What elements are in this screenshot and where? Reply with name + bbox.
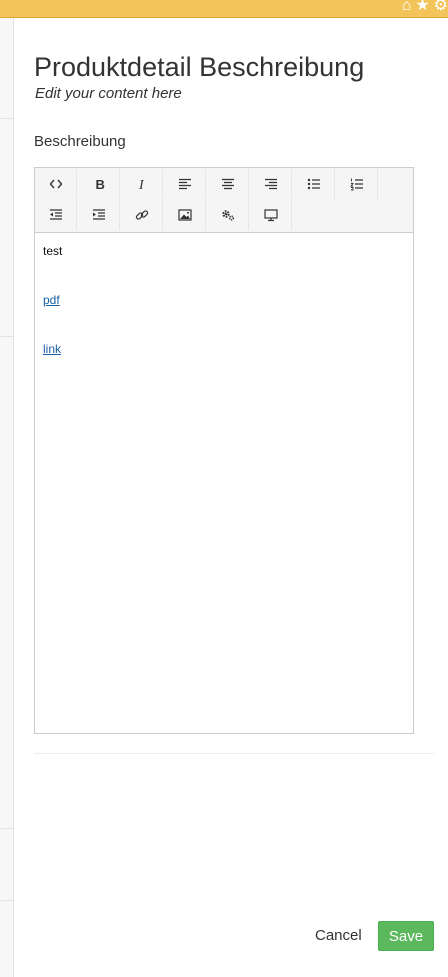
italic-button[interactable]: I xyxy=(121,169,163,199)
settings-button[interactable] xyxy=(207,200,249,230)
top-bar: ⌂ ★ ⚙ xyxy=(0,0,448,18)
strip-divider xyxy=(0,118,14,119)
cancel-button[interactable]: Cancel xyxy=(315,921,362,951)
bullet-list-button[interactable] xyxy=(293,169,335,199)
align-right-icon xyxy=(264,178,277,190)
link-link[interactable]: link xyxy=(43,342,61,356)
bullet-list-icon xyxy=(307,178,320,190)
star-icon[interactable]: ★ xyxy=(415,0,429,16)
toolbar-row xyxy=(35,200,293,230)
dialog-title: Produktdetail Beschreibung xyxy=(34,52,365,82)
preview-button[interactable] xyxy=(250,200,292,230)
align-center-icon xyxy=(221,178,234,190)
strip-divider xyxy=(0,828,14,829)
bold-button[interactable]: B xyxy=(78,169,120,199)
strip-divider xyxy=(0,336,14,337)
bold-icon: B xyxy=(95,177,104,191)
numbered-list-icon xyxy=(349,178,363,191)
link-button[interactable] xyxy=(121,200,163,230)
footer-divider xyxy=(34,753,434,754)
editor-toolbar: B I xyxy=(35,168,413,233)
field-label: Beschreibung xyxy=(34,133,126,150)
align-right-button[interactable] xyxy=(250,169,292,199)
svg-text:I: I xyxy=(138,178,145,191)
indent-button[interactable] xyxy=(78,200,120,230)
rich-text-editor: B I test pdf link xyxy=(34,167,414,734)
code-view-icon xyxy=(49,179,62,189)
settings-icon xyxy=(221,210,234,221)
top-bar-icons: ⌂ ★ ⚙ xyxy=(402,0,448,16)
pdf-link[interactable]: pdf xyxy=(43,293,60,307)
toolbar-row: B I xyxy=(35,169,379,199)
background-page-strip xyxy=(0,18,14,977)
home-icon[interactable]: ⌂ xyxy=(402,0,412,16)
strip-divider xyxy=(0,900,14,901)
image-button[interactable] xyxy=(164,200,206,230)
preview-icon xyxy=(263,209,278,222)
svg-text:B: B xyxy=(95,177,104,191)
dialog-subtitle: Edit your content here xyxy=(35,85,182,102)
content-text: test xyxy=(43,244,63,258)
edit-dialog: Produktdetail Beschreibung Edit your con… xyxy=(15,18,448,977)
link-icon xyxy=(135,210,148,220)
indent-icon xyxy=(92,209,105,220)
align-center-button[interactable] xyxy=(207,169,249,199)
align-left-icon xyxy=(178,178,191,190)
align-left-button[interactable] xyxy=(164,169,206,199)
outdent-button[interactable] xyxy=(35,200,77,230)
gear-icon[interactable]: ⚙ xyxy=(434,0,448,16)
save-button[interactable]: Save xyxy=(378,921,434,951)
code-view-button[interactable] xyxy=(35,169,77,199)
italic-icon: I xyxy=(138,178,145,191)
numbered-list-button[interactable] xyxy=(336,169,378,199)
image-icon xyxy=(177,209,192,221)
outdent-icon xyxy=(49,209,62,220)
